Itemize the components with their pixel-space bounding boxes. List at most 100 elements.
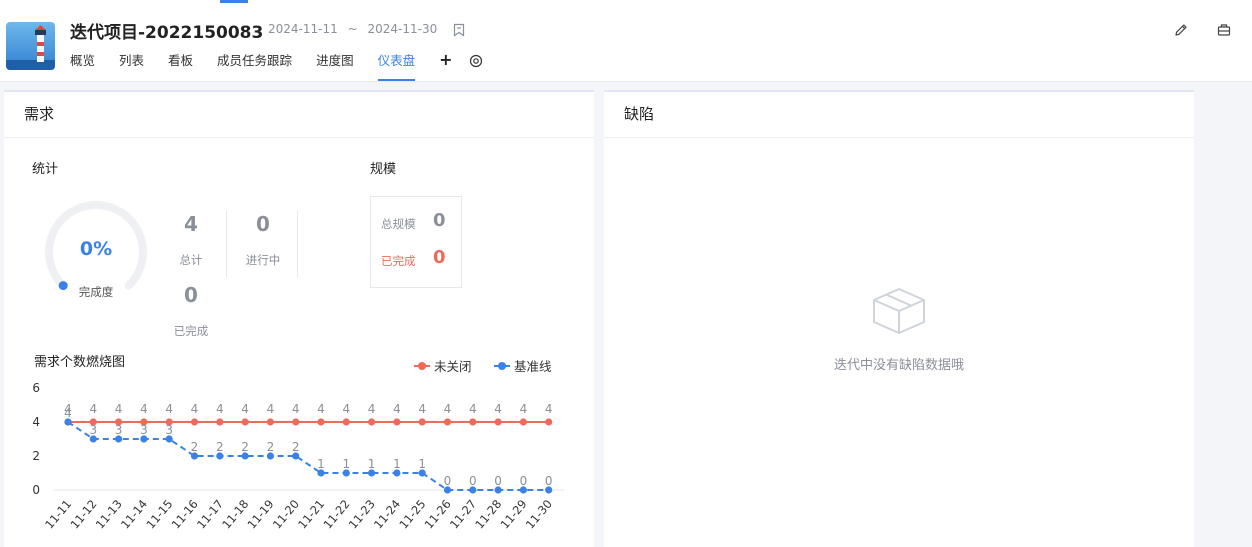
project-logo — [6, 22, 55, 70]
x-tick-label: 11-19 — [244, 497, 276, 532]
data-label-open: 4 — [368, 402, 376, 416]
data-label-baseline: 1 — [342, 457, 350, 471]
data-point-open — [494, 418, 502, 426]
data-point-open — [266, 418, 274, 426]
data-point-open — [545, 418, 553, 426]
bookmark-icon[interactable] — [452, 23, 466, 37]
x-tick-label: 11-15 — [143, 497, 175, 532]
add-tab-button[interactable]: + — [439, 52, 452, 68]
data-label-baseline: 1 — [418, 457, 426, 471]
data-label-open: 4 — [317, 402, 325, 416]
data-point-open — [519, 418, 528, 426]
data-label-baseline: 3 — [115, 423, 123, 437]
data-point-open — [216, 418, 224, 426]
x-tick-label: 11-20 — [270, 497, 302, 532]
scale-done-value: 0 — [433, 247, 446, 268]
x-tick-label: 11-30 — [523, 497, 555, 532]
data-label-open: 4 — [469, 402, 477, 416]
scale-card: 总规模 0 已完成 0 — [370, 196, 462, 288]
y-tick-label: 2 — [32, 449, 40, 463]
data-label-baseline: 3 — [140, 423, 148, 437]
scale-total-value: 0 — [433, 210, 446, 231]
x-tick-label: 11-27 — [447, 497, 479, 532]
empty-box-icon — [873, 288, 925, 334]
legend-swatch-baseline — [494, 361, 510, 370]
data-label-open: 4 — [520, 402, 528, 416]
scale-title: 规模 — [370, 162, 397, 177]
x-tick-label: 11-23 — [346, 497, 378, 532]
data-label-baseline: 0 — [520, 474, 528, 488]
data-label-baseline: 2 — [191, 440, 199, 454]
data-label-baseline: 4 — [64, 406, 72, 420]
data-label-baseline: 1 — [317, 457, 325, 471]
x-tick-label: 11-18 — [219, 497, 251, 532]
tab-member-tracking[interactable]: 成员任务跟踪 — [217, 52, 292, 82]
requirements-panel: 需求 统计 0% 完成度 4 总计 0 进行中 0 已完成 规模 总规模 0 已… — [4, 90, 594, 547]
data-point-open — [190, 418, 199, 426]
project-tabs: 概览 列表 看板 成员任务跟踪 进度图 仪表盘 + — [70, 52, 483, 82]
defects-panel: 缺陷 迭代中没有缺陷数据哦 — [604, 90, 1194, 547]
total-count: 4 — [184, 212, 198, 236]
tab-board[interactable]: 看板 — [168, 52, 193, 82]
defects-panel-title: 缺陷 — [604, 92, 1194, 138]
data-label-baseline: 0 — [494, 474, 502, 488]
data-label-open: 4 — [545, 402, 553, 416]
data-label-baseline: 3 — [89, 423, 97, 437]
data-point-open — [342, 418, 350, 426]
x-tick-label: 11-29 — [497, 497, 529, 532]
tab-progress-chart[interactable]: 进度图 — [316, 52, 354, 82]
data-label-baseline: 0 — [469, 474, 477, 488]
data-label-open: 4 — [241, 402, 249, 416]
data-label-baseline: 0 — [545, 474, 553, 488]
gear-icon[interactable] — [469, 54, 483, 68]
done-count: 0 — [184, 283, 198, 307]
export-icon[interactable] — [1216, 22, 1232, 38]
data-label-open: 4 — [140, 402, 148, 416]
edit-icon[interactable] — [1173, 22, 1189, 38]
data-label-open: 4 — [292, 402, 300, 416]
x-tick-label: 11-28 — [472, 497, 504, 532]
x-tick-label: 11-26 — [422, 497, 454, 532]
x-tick-label: 11-16 — [169, 497, 201, 532]
x-tick-label: 11-21 — [295, 497, 327, 532]
in-progress-label: 进行中 — [245, 253, 281, 267]
data-label-baseline: 2 — [241, 440, 249, 454]
burndown-title: 需求个数燃烧图 — [34, 355, 126, 370]
data-label-baseline: 1 — [393, 457, 401, 471]
data-label-open: 4 — [267, 402, 275, 416]
data-label-baseline: 2 — [267, 440, 275, 454]
data-label-open: 4 — [342, 402, 350, 416]
in-progress-count: 0 — [256, 212, 270, 236]
legend-item-baseline[interactable]: 基准线 — [494, 356, 552, 375]
data-label-open: 4 — [89, 402, 97, 416]
y-tick-label: 4 — [32, 415, 40, 429]
defects-empty-message: 迭代中没有缺陷数据哦 — [833, 358, 964, 373]
y-tick-label: 0 — [32, 483, 40, 497]
legend-swatch-open — [414, 361, 430, 370]
x-tick-label: 11-13 — [93, 497, 125, 532]
data-point-open — [469, 418, 477, 426]
iteration-date-range: 2024-11-11 ~ 2024-11-30 — [268, 22, 443, 36]
legend-item-open[interactable]: 未关闭 — [414, 356, 472, 375]
statistics-title: 统计 — [32, 162, 59, 177]
data-label-open: 4 — [494, 402, 502, 416]
data-label-baseline: 2 — [216, 440, 224, 454]
completion-percent: 0% — [79, 238, 113, 260]
done-label: 已完成 — [173, 324, 209, 338]
data-label-baseline: 3 — [165, 423, 173, 437]
stat-divider — [297, 210, 298, 278]
burndown-chart: 024611-1111-1211-1311-1411-1511-1611-171… — [32, 381, 564, 532]
top-accent-bar — [220, 0, 248, 3]
x-tick-label: 11-25 — [396, 497, 428, 532]
data-point-open — [241, 418, 249, 426]
tab-overview[interactable]: 概览 — [70, 52, 95, 82]
data-label-open: 4 — [165, 402, 173, 416]
tab-list[interactable]: 列表 — [119, 52, 144, 82]
project-title: 迭代项目-2022150083 — [70, 23, 264, 43]
data-point-open — [393, 418, 401, 426]
scale-done-label: 已完成 — [381, 254, 416, 268]
data-label-baseline: 1 — [368, 457, 376, 471]
x-tick-label: 11-22 — [320, 497, 352, 532]
tab-dashboard[interactable]: 仪表盘 — [377, 52, 415, 82]
data-label-open: 4 — [418, 402, 426, 416]
